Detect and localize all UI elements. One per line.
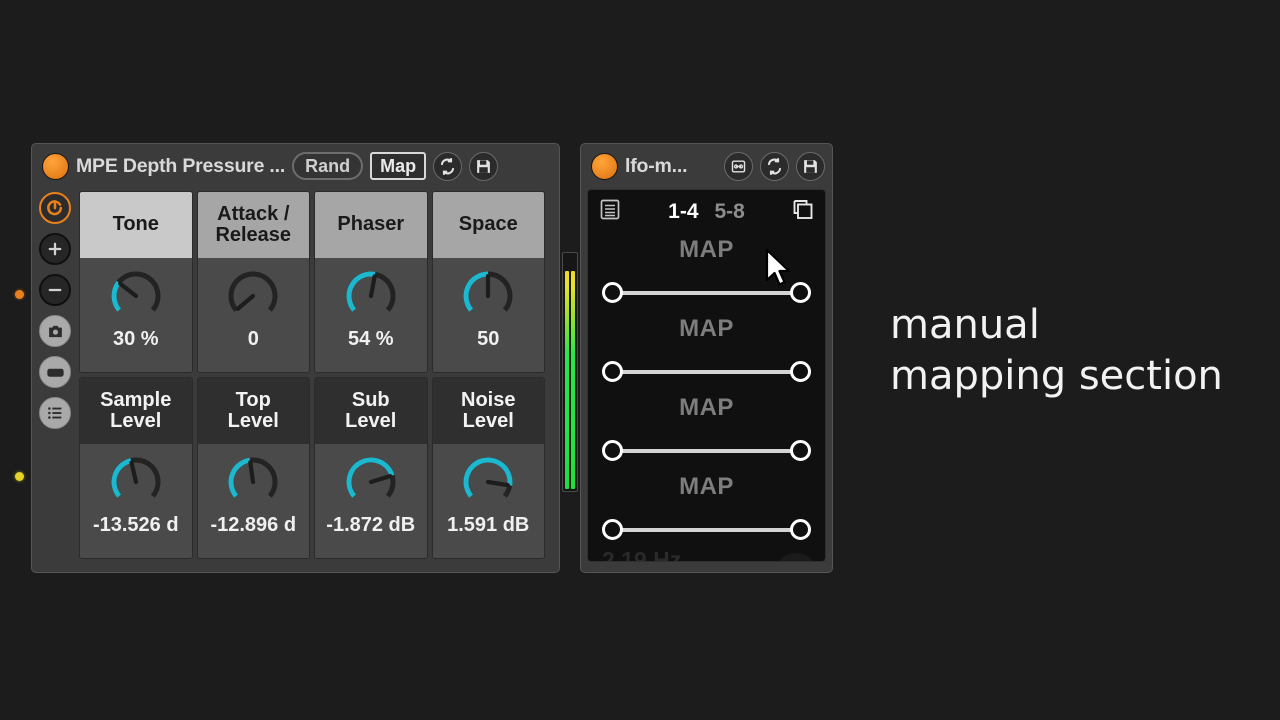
tab-5-8[interactable]: 5-8 bbox=[715, 200, 745, 224]
knob-control[interactable] bbox=[337, 452, 405, 514]
map-row: MAP bbox=[588, 313, 825, 392]
parameter-cell: Space 50 bbox=[431, 191, 545, 373]
save-disk-icon[interactable] bbox=[796, 151, 825, 181]
knob-control[interactable] bbox=[454, 452, 522, 514]
map-button[interactable]: MAP bbox=[588, 473, 825, 501]
annotation-line-1: manual bbox=[890, 302, 1040, 348]
slider-handle-max[interactable] bbox=[790, 519, 811, 540]
parameter-value[interactable]: 30 % bbox=[80, 328, 192, 351]
parameter-cell: Sample Level -13.526 d bbox=[79, 377, 193, 559]
parameter-cell: Top Level -12.896 d bbox=[196, 377, 310, 559]
slider-handle-min[interactable] bbox=[602, 440, 623, 461]
slider-track bbox=[611, 370, 802, 374]
slider-handle-min[interactable] bbox=[602, 282, 623, 303]
parameter-label[interactable]: Noise Level bbox=[432, 378, 544, 444]
knob-control[interactable] bbox=[219, 452, 287, 514]
meter-bar-right bbox=[571, 271, 575, 489]
meter-bar-left bbox=[565, 271, 569, 489]
knob-control[interactable] bbox=[219, 266, 287, 328]
parameter-value[interactable]: -12.896 d bbox=[198, 514, 310, 537]
parameter-body: 0 bbox=[197, 258, 310, 372]
led-indicator-orange bbox=[15, 290, 24, 299]
parameter-value[interactable]: -13.526 d bbox=[80, 514, 192, 537]
parameter-body: -13.526 d bbox=[80, 444, 192, 558]
sync-icon[interactable] bbox=[760, 151, 789, 181]
slider-handle-min[interactable] bbox=[602, 361, 623, 382]
level-meter bbox=[562, 252, 578, 492]
device-titlebar: MPE Depth Pressure ... Rand Map bbox=[32, 144, 559, 188]
map-row: MAP bbox=[588, 471, 825, 550]
parameter-body: 30 % bbox=[80, 258, 192, 372]
map-range-slider[interactable] bbox=[602, 361, 811, 383]
map-row: MAP bbox=[588, 392, 825, 471]
map-range-slider[interactable] bbox=[602, 519, 811, 541]
knob-control[interactable] bbox=[337, 266, 405, 328]
parameter-label[interactable]: Sub Level bbox=[315, 378, 427, 444]
rail-item-list[interactable] bbox=[39, 397, 71, 429]
mouse-pointer bbox=[764, 248, 794, 292]
tab-1-4[interactable]: 1-4 bbox=[668, 200, 698, 224]
parameter-label[interactable]: Tone bbox=[80, 192, 192, 258]
lfo-title: lfo-m... bbox=[625, 154, 688, 177]
slider-track bbox=[611, 449, 802, 453]
ghost-blob bbox=[775, 553, 817, 561]
knob-control[interactable] bbox=[454, 266, 522, 328]
power-dot-icon[interactable] bbox=[42, 152, 69, 180]
parameter-label[interactable]: Phaser bbox=[315, 192, 427, 258]
parameter-cell: Noise Level 1.591 dB bbox=[431, 377, 545, 559]
parameter-body: -12.896 d bbox=[197, 444, 310, 558]
parameter-label[interactable]: Sample Level bbox=[80, 378, 192, 444]
rand-button[interactable]: Rand bbox=[292, 152, 364, 180]
device-title: MPE Depth Pressure ... bbox=[76, 154, 286, 177]
parameter-value[interactable]: -1.872 dB bbox=[315, 514, 427, 537]
annotation-line-2: mapping section bbox=[890, 353, 1223, 400]
parameter-body: 1.591 dB bbox=[432, 444, 545, 558]
save-disk-icon[interactable] bbox=[469, 151, 499, 181]
device-toolbar-rail bbox=[32, 188, 78, 572]
parameter-label[interactable]: Top Level bbox=[197, 378, 309, 444]
knob-control[interactable] bbox=[102, 452, 170, 514]
parameter-body: 50 bbox=[432, 258, 545, 372]
parameter-cell: Tone 30 % bbox=[79, 191, 193, 373]
screen-root: MPE Depth Pressure ... Rand Map Tone 30 … bbox=[0, 0, 1280, 720]
slider-handle-max[interactable] bbox=[790, 361, 811, 382]
parameter-value[interactable]: 54 % bbox=[315, 328, 427, 351]
slider-track bbox=[611, 528, 802, 532]
map-range-slider[interactable] bbox=[602, 440, 811, 462]
parameter-cell: Phaser 54 % bbox=[314, 191, 428, 373]
parameter-cell: Sub Level -1.872 dB bbox=[314, 377, 428, 559]
parameter-label[interactable]: Space bbox=[432, 192, 544, 258]
parameter-body: 54 % bbox=[315, 258, 427, 372]
slider-handle-min[interactable] bbox=[602, 519, 623, 540]
rail-item-remove[interactable] bbox=[39, 274, 71, 306]
rail-item-camera[interactable] bbox=[39, 315, 71, 347]
annotation-text: manual mapping section bbox=[890, 300, 1250, 402]
parameter-value[interactable]: 50 bbox=[433, 328, 545, 351]
map-button[interactable]: MAP bbox=[588, 315, 825, 343]
power-dot-icon[interactable] bbox=[591, 152, 618, 180]
sync-icon[interactable] bbox=[433, 151, 463, 181]
list-lines-icon[interactable] bbox=[598, 198, 622, 227]
led-indicator-yellow bbox=[15, 472, 24, 481]
rail-item-add[interactable] bbox=[39, 233, 71, 265]
lfo-tab-bar: 1-4 5-8 bbox=[588, 190, 825, 234]
cassette-icon[interactable] bbox=[724, 151, 753, 181]
lfo-titlebar: lfo-m... bbox=[581, 144, 832, 188]
parameter-label[interactable]: Attack / Release bbox=[197, 192, 309, 258]
parameter-value[interactable]: 1.591 dB bbox=[433, 514, 545, 537]
device-panel: MPE Depth Pressure ... Rand Map Tone 30 … bbox=[31, 143, 560, 573]
lfo-panel: lfo-m... 1-4 5-8 2.19 Hz MAP MAP MAP MAP bbox=[580, 143, 833, 573]
lfo-body: 1-4 5-8 2.19 Hz MAP MAP MAP MAP bbox=[587, 189, 826, 562]
slider-handle-max[interactable] bbox=[790, 440, 811, 461]
duplicate-icon[interactable] bbox=[791, 198, 815, 227]
map-button[interactable]: MAP bbox=[588, 394, 825, 422]
rail-item-slider[interactable] bbox=[39, 356, 71, 388]
parameter-body: -1.872 dB bbox=[315, 444, 427, 558]
parameter-grid: Tone 30 % Attack / Release 0 Phaser 54 % … bbox=[79, 191, 545, 559]
knob-control[interactable] bbox=[102, 266, 170, 328]
map-button[interactable]: Map bbox=[370, 152, 427, 180]
rail-item-loop[interactable] bbox=[39, 192, 71, 224]
parameter-cell: Attack / Release 0 bbox=[196, 191, 310, 373]
parameter-value[interactable]: 0 bbox=[198, 328, 310, 351]
